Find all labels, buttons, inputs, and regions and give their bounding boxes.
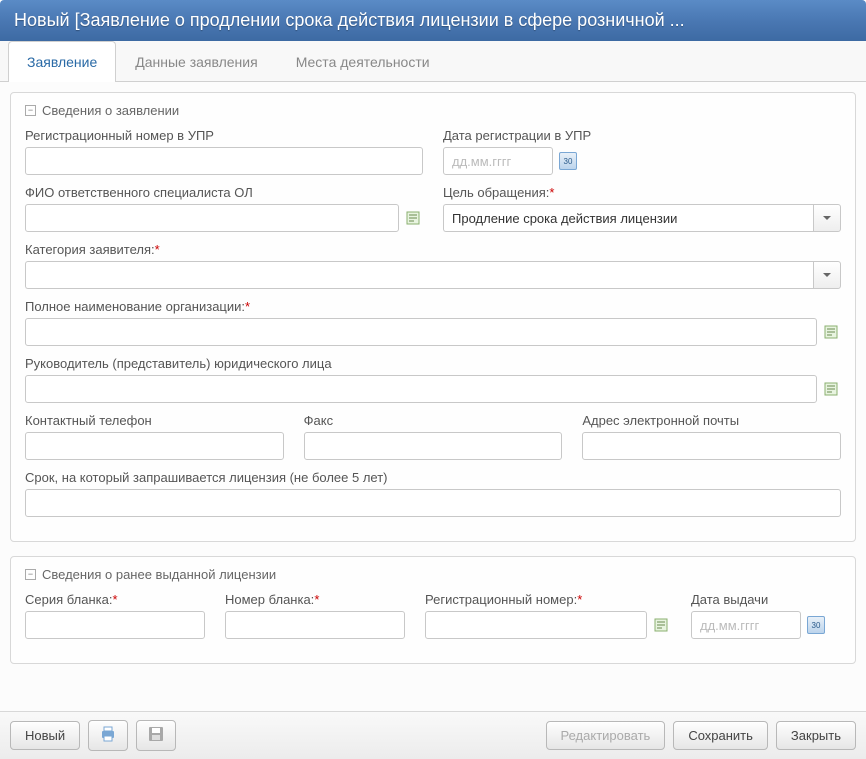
category-select[interactable] xyxy=(25,261,813,289)
phone-label: Контактный телефон xyxy=(25,413,284,428)
window-title: Новый [Заявление о продлении срока дейст… xyxy=(0,0,866,41)
reg-date-input[interactable] xyxy=(443,147,553,175)
reg-num-input[interactable] xyxy=(25,147,423,175)
calendar-icon[interactable]: 30 xyxy=(559,152,577,170)
fio-label: ФИО ответственного специалиста ОЛ xyxy=(25,185,423,200)
chevron-down-icon[interactable] xyxy=(813,261,841,289)
number-input[interactable] xyxy=(225,611,405,639)
window: Новый [Заявление о продлении срока дейст… xyxy=(0,0,866,759)
save-button[interactable]: Сохранить xyxy=(673,721,768,750)
legend-application-info: − Сведения о заявлении xyxy=(25,103,841,118)
series-input[interactable] xyxy=(25,611,205,639)
org-input[interactable] xyxy=(25,318,817,346)
form-content: − Сведения о заявлении Регистрационный н… xyxy=(0,82,866,711)
term-label: Срок, на который запрашивается лицензия … xyxy=(25,470,841,485)
series-label: Серия бланка:* xyxy=(25,592,205,607)
regnum2-input[interactable] xyxy=(425,611,647,639)
legend-text: Сведения о заявлении xyxy=(42,103,179,118)
tab-application[interactable]: Заявление xyxy=(8,41,116,82)
collapse-icon[interactable]: − xyxy=(25,569,36,580)
head-input[interactable] xyxy=(25,375,817,403)
tab-application-data[interactable]: Данные заявления xyxy=(116,41,276,82)
footer-toolbar: Новый Редактировать Сохранить Закрыть xyxy=(0,711,866,759)
head-label: Руководитель (представитель) юридическог… xyxy=(25,356,841,371)
lookup-icon[interactable] xyxy=(653,616,671,634)
org-label: Полное наименование организации:* xyxy=(25,299,841,314)
issue-date-label: Дата выдачи xyxy=(691,592,841,607)
issue-date-input[interactable] xyxy=(691,611,801,639)
lookup-icon[interactable] xyxy=(405,209,423,227)
lookup-icon[interactable] xyxy=(823,323,841,341)
chevron-down-icon[interactable] xyxy=(813,204,841,232)
reg-num-label: Регистрационный номер в УПР xyxy=(25,128,423,143)
fax-label: Факс xyxy=(304,413,563,428)
legend-text: Сведения о ранее выданной лицензии xyxy=(42,567,276,582)
disk-icon xyxy=(147,725,165,743)
fax-input[interactable] xyxy=(304,432,563,460)
save-icon-button[interactable] xyxy=(136,720,176,751)
number-label: Номер бланка:* xyxy=(225,592,405,607)
edit-button[interactable]: Редактировать xyxy=(546,721,666,750)
fio-input[interactable] xyxy=(25,204,399,232)
new-button[interactable]: Новый xyxy=(10,721,80,750)
purpose-select[interactable] xyxy=(443,204,813,232)
collapse-icon[interactable]: − xyxy=(25,105,36,116)
tab-locations[interactable]: Места деятельности xyxy=(277,41,449,82)
category-label: Категория заявителя:* xyxy=(25,242,841,257)
close-button[interactable]: Закрыть xyxy=(776,721,856,750)
print-button[interactable] xyxy=(88,720,128,751)
phone-input[interactable] xyxy=(25,432,284,460)
regnum2-label: Регистрационный номер:* xyxy=(425,592,671,607)
print-icon xyxy=(99,725,117,743)
email-input[interactable] xyxy=(582,432,841,460)
lookup-icon[interactable] xyxy=(823,380,841,398)
fieldset-application-info: − Сведения о заявлении Регистрационный н… xyxy=(10,92,856,542)
legend-prior-license: − Сведения о ранее выданной лицензии xyxy=(25,567,841,582)
fieldset-prior-license: − Сведения о ранее выданной лицензии Сер… xyxy=(10,556,856,664)
reg-date-label: Дата регистрации в УПР xyxy=(443,128,841,143)
calendar-icon[interactable]: 30 xyxy=(807,616,825,634)
tab-bar: Заявление Данные заявления Места деятель… xyxy=(0,41,866,82)
email-label: Адрес электронной почты xyxy=(582,413,841,428)
purpose-label: Цель обращения:* xyxy=(443,185,841,200)
term-input[interactable] xyxy=(25,489,841,517)
